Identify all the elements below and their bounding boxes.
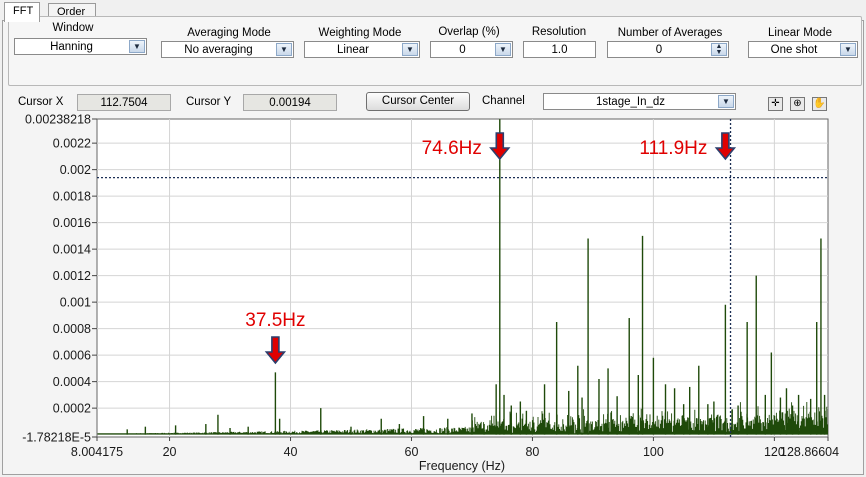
plot-area[interactable] — [96, 118, 829, 438]
fft-chart[interactable]: -1.78218E-5 0.0002 0.0004 0.0006 0.0008 0.001… — [0, 0, 866, 477]
x-tick-label: 40 — [284, 445, 298, 459]
x-tick-label: 80 — [525, 445, 539, 459]
x-axis-label: Frequency (Hz) — [419, 459, 505, 473]
y-tick-label: 0.0012 — [53, 269, 91, 283]
y-tick-label: 0.0016 — [53, 216, 91, 230]
y-tick-label: 0.0008 — [53, 322, 91, 336]
x-tick-label: 20 — [163, 445, 177, 459]
x-tick-label: 8.004175 — [71, 445, 123, 459]
y-tick-label: -1.78218E-5 — [22, 431, 91, 445]
tab-fft[interactable]: FFT — [4, 2, 40, 22]
peak-annotation-label: 74.6Hz — [422, 138, 482, 159]
y-tick-label: 0.0022 — [53, 137, 91, 151]
y-tick-label: 0.002 — [60, 163, 91, 177]
x-tick-label: 128.86604 — [780, 445, 839, 459]
y-tick-label: 0.0006 — [53, 349, 91, 363]
y-tick-label: 0.00238218 — [25, 113, 91, 127]
y-axis-ticks: -1.78218E-5 0.0002 0.0004 0.0006 0.0008 0.001… — [22, 113, 97, 445]
x-axis-ticks: 8.004175 20 40 60 80 100 120128.86604 — [71, 437, 839, 459]
x-tick-label: 100 — [643, 445, 664, 459]
y-tick-label: 0.001 — [60, 296, 91, 310]
peak-annotation-label: 37.5Hz — [245, 310, 305, 331]
x-tick-label: 60 — [405, 445, 419, 459]
y-tick-label: 0.0002 — [53, 402, 91, 416]
y-tick-label: 0.0018 — [53, 190, 91, 204]
peak-annotation-label: 111.9Hz — [639, 138, 707, 159]
y-tick-label: 0.0004 — [53, 375, 91, 389]
y-tick-label: 0.0014 — [53, 243, 91, 257]
